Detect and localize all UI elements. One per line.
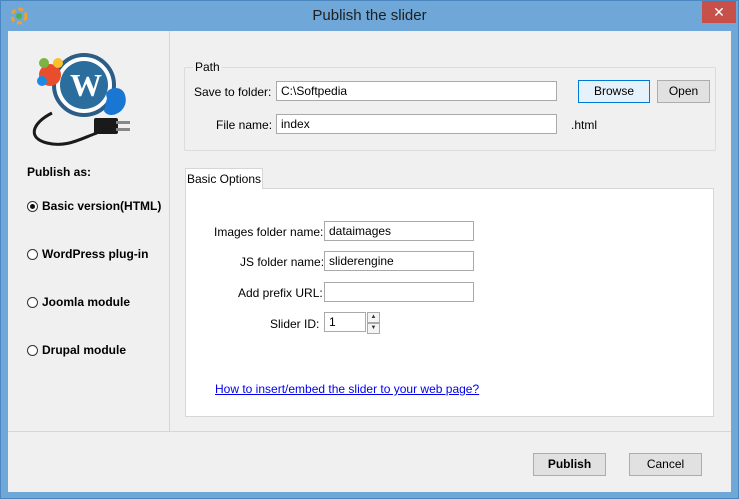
svg-text:W: W — [70, 67, 102, 103]
radio-wordpress[interactable]: WordPress plug-in — [27, 247, 148, 261]
slider-id-label: Slider ID: — [270, 317, 320, 331]
file-extension: .html — [571, 118, 598, 132]
path-group-title: Path — [193, 60, 222, 74]
prefix-url-label: Add prefix URL: — [238, 286, 323, 300]
radio-label: Basic version(HTML) — [42, 199, 162, 213]
slider-id-stepper[interactable]: ▲ ▼ — [367, 312, 380, 334]
radio-label: Drupal module — [42, 343, 127, 357]
close-button[interactable]: ✕ — [702, 1, 736, 23]
title-bar: Publish the slider ✕ — [1, 1, 738, 31]
save-folder-input[interactable] — [276, 81, 557, 101]
images-folder-input[interactable] — [324, 221, 474, 241]
stepper-down-icon[interactable]: ▼ — [367, 323, 380, 334]
radio-joomla[interactable]: Joomla module — [27, 295, 130, 309]
save-folder-label: Save to folder: — [194, 85, 272, 99]
js-folder-input[interactable] — [324, 251, 474, 271]
radio-indicator[interactable] — [27, 296, 38, 308]
footer-divider — [8, 431, 731, 432]
radio-indicator[interactable] — [27, 200, 38, 212]
stepper-up-icon[interactable]: ▲ — [367, 312, 380, 323]
file-name-label: File name: — [216, 118, 273, 132]
js-folder-label: JS folder name: — [240, 255, 325, 269]
open-button[interactable]: Open — [657, 80, 710, 103]
dialog-client: W Publish as: Basic version(HTML) WordPr… — [8, 31, 731, 492]
radio-indicator[interactable] — [27, 344, 38, 356]
images-folder-label: Images folder name: — [214, 225, 324, 239]
browse-button[interactable]: Browse — [578, 80, 650, 103]
window-title: Publish the slider — [312, 7, 427, 24]
radio-basic-html[interactable]: Basic version(HTML) — [27, 199, 161, 213]
embed-help-link[interactable]: How to insert/embed the slider to your w… — [215, 382, 479, 396]
publish-button[interactable]: Publish — [533, 453, 606, 476]
cancel-button[interactable]: Cancel — [629, 453, 702, 476]
publish-dialog: Publish the slider ✕ W Publish as: Basic… — [0, 0, 739, 499]
prefix-url-input[interactable] — [324, 282, 474, 302]
radio-indicator[interactable] — [27, 248, 38, 260]
file-name-input[interactable] — [276, 114, 557, 134]
tab-basic-options[interactable]: Basic Options — [185, 168, 263, 189]
basic-options-panel: Images folder name: JS folder name: Add … — [185, 188, 714, 417]
path-group: Path Save to folder: Browse Open File na… — [184, 60, 716, 151]
slider-id-input[interactable] — [324, 312, 366, 332]
radio-drupal[interactable]: Drupal module — [27, 343, 126, 357]
publish-type-pane: W Publish as: Basic version(HTML) WordPr… — [8, 31, 170, 431]
cms-plug-logo-icon: W — [33, 53, 130, 146]
radio-label: Joomla module — [42, 295, 131, 309]
radio-label: WordPress plug-in — [42, 247, 149, 261]
publish-as-label: Publish as: — [27, 165, 92, 179]
